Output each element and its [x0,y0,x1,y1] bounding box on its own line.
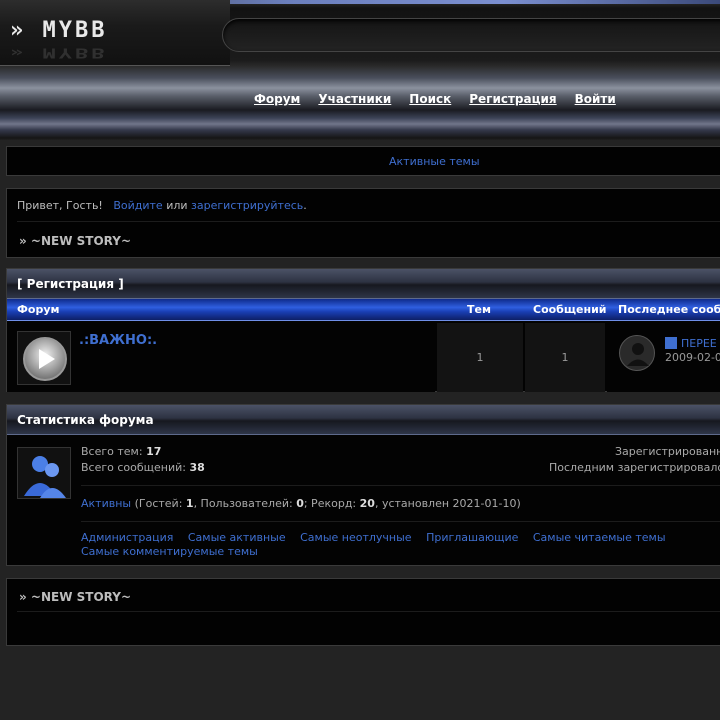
divider [17,221,720,222]
online-link[interactable]: Активны [81,497,131,510]
forum-cell: .:ВАЖНО:. [7,323,435,392]
link-most-present[interactable]: Самые неотлучные [300,531,411,544]
register-link[interactable]: зарегистрируйтесь [191,199,303,212]
forum-link[interactable]: .:ВАЖНО:. [79,333,157,348]
logo[interactable]: » MYBB [10,18,107,43]
forum-row: .:ВАЖНО:. 1 1 ПЕРЕЕ 2009-02-0 [7,323,720,392]
online-stats: Активны (Гостей: 1, Пользователей: 0; Ре… [81,497,521,510]
nav-login[interactable]: Войти [575,92,616,106]
nav-forum[interactable]: Форум [254,92,300,106]
active-topics-bar: Активные темы [6,146,720,176]
col-forum: Форум [17,303,60,316]
stats-title: Статистика форума [17,413,154,427]
registered-count: Зарегистрированн [615,445,720,458]
category-header[interactable]: [ Регистрация ] [7,269,720,299]
total-topics: Всего тем: 17 [81,445,162,458]
logo-area[interactable]: » MYBB » MYBB [0,0,230,66]
active-topics-link[interactable]: Активные темы [389,155,480,168]
or-text: или [166,199,188,212]
last-registered: Последним зарегистрировало [549,461,720,474]
last-post-date: 2009-02-0 [665,351,720,364]
link-admins[interactable]: Администрация [81,531,173,544]
col-posts: Сообщений [533,303,607,316]
welcome-panel: Привет, Гость! Войдите или зарегистрируй… [6,188,720,258]
nav-members[interactable]: Участники [318,92,391,106]
story-title: » ~NEW STORY~ [19,590,131,604]
total-posts: Всего сообщений: 38 [81,461,205,474]
divider [81,521,720,522]
stats-panel: Статистика форума Всего тем: 17 Всего со… [6,404,720,566]
logo-reflection: » MYBB [10,45,108,60]
period: . [303,199,307,212]
forum-topics-count: 1 [437,323,523,392]
goto-post-icon[interactable] [665,337,677,349]
last-post-cell: ПЕРЕЕ 2009-02-0 [607,323,720,392]
story-panel: » ~NEW STORY~ [6,578,720,646]
greeting: Привет, Гость! [17,199,103,212]
divider [17,611,720,612]
col-last-post: Последнее сооб [618,303,720,316]
nav-search[interactable]: Поиск [409,92,451,106]
story-title: » ~NEW STORY~ [19,234,131,248]
users-icon [17,447,71,499]
last-post-link[interactable]: ПЕРЕЕ [681,337,717,350]
forum-posts-count: 1 [525,323,605,392]
category-panel: [ Регистрация ] Форум Тем Сообщений Посл… [6,268,720,392]
header-search-bar [222,18,720,52]
forum-status-icon [17,331,71,385]
link-most-read[interactable]: Самые читаемые темы [533,531,666,544]
link-most-commented[interactable]: Самые комментируемые темы [81,545,258,558]
divider [81,485,720,486]
avatar[interactable] [619,335,655,371]
welcome-text: Привет, Гость! Войдите или зарегистрируй… [17,199,307,212]
link-most-active[interactable]: Самые активные [188,531,286,544]
col-topics: Тем [467,303,491,316]
login-link[interactable]: Войдите [113,199,162,212]
last-post-link-wrap: ПЕРЕЕ [665,337,717,350]
link-inviters[interactable]: Приглашающие [426,531,518,544]
category-title[interactable]: [ Регистрация ] [17,277,124,291]
main-nav: Форум Участники Поиск Регистрация Войти [254,92,616,106]
column-header: Форум Тем Сообщений Последнее сооб [7,299,720,321]
stats-links: Администрация Самые активные Самые неотл… [81,531,701,559]
header: » MYBB » MYBB Форум Участники Поиск Реги… [0,0,720,140]
stats-header: Статистика форума [7,405,720,435]
nav-register[interactable]: Регистрация [469,92,556,106]
